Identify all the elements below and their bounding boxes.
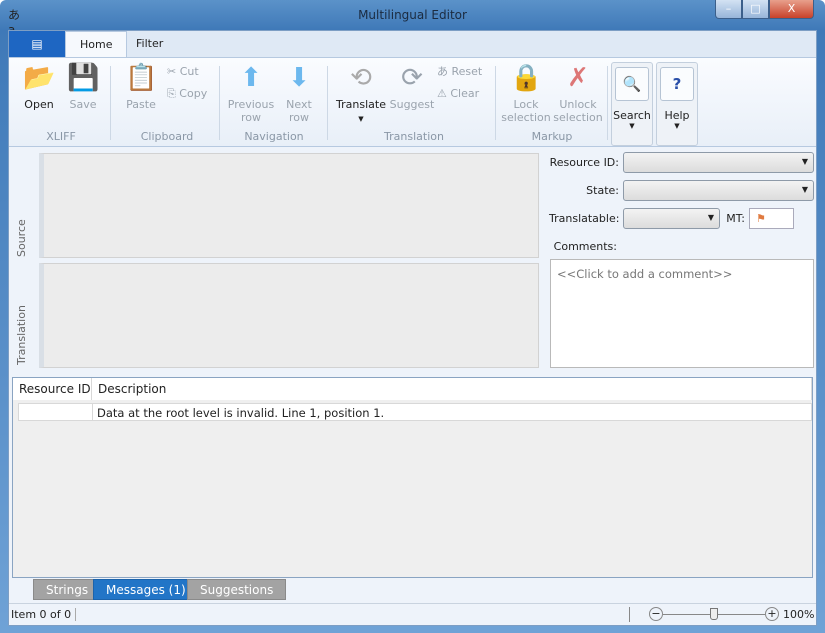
suggest-button[interactable]: ⟳ Suggest [389, 62, 435, 111]
cut-button[interactable]: ✂ Cut [167, 63, 199, 81]
separator [607, 66, 608, 140]
arrow-down-icon: ⬇ [288, 63, 310, 93]
tab-home[interactable]: Home [65, 31, 128, 58]
window: あa Multilingual Editor – □ X ▤ Home Filt… [0, 0, 825, 633]
item-count: Item 0 of 0 [11, 608, 77, 621]
mt-label: MT: [726, 212, 745, 225]
chevron-down-icon: ▼ [707, 213, 714, 222]
group-label-navigation: Navigation [244, 130, 304, 143]
arrow-up-icon: ⬆ [240, 63, 262, 93]
translate-button[interactable]: ⟲ Translate ▼ [335, 62, 387, 126]
scissors-icon: ✂ [167, 65, 180, 78]
search-button[interactable]: 🔍 Search ▼ [611, 62, 653, 146]
reset-button[interactable]: あ Reset [437, 63, 482, 81]
ribbon: 📂 Open 💾 Save XLIFF 📋 Paste ✂ Cut ⎘ Copy… [9, 57, 816, 147]
minimize-button[interactable]: – [715, 0, 742, 19]
column-header-description[interactable]: Description [92, 378, 812, 400]
dropdown-arrow-icon: ▼ [358, 115, 364, 123]
dropdown-arrow-icon: ▼ [674, 122, 680, 130]
chevron-down-icon: ▼ [801, 157, 808, 166]
previous-row-button[interactable]: ⬆ Previous row [227, 62, 275, 124]
group-label-xliff: XLIFF [46, 130, 76, 143]
translatable-combo[interactable]: ▼ [623, 208, 720, 229]
search-icon: 🔍 [615, 67, 649, 101]
resource-id-combo[interactable]: ▼ [623, 152, 814, 173]
suggest-icon: ⟳ [401, 63, 423, 93]
resource-id-label: Resource ID: [549, 156, 619, 169]
copy-button[interactable]: ⎘ Copy [167, 85, 207, 103]
separator [219, 66, 220, 140]
table-cell-description[interactable]: Data at the root level is invalid. Line … [92, 403, 812, 421]
group-label-clipboard: Clipboard [140, 130, 194, 143]
next-row-button[interactable]: ⬇ Next row [277, 62, 321, 124]
group-label-translation: Translation [384, 130, 444, 143]
column-header-resource-id[interactable]: Resource ID [13, 378, 92, 400]
help-icon: ? [660, 67, 694, 101]
source-label: Source [15, 219, 28, 257]
clear-button[interactable]: ⚠ Clear [437, 85, 479, 103]
zoom-in-button[interactable]: + [765, 607, 779, 621]
chevron-down-icon: ▼ [801, 185, 808, 194]
unlock-document-icon: ✗ [567, 63, 589, 93]
paste-icon: 📋 [125, 63, 158, 93]
open-button[interactable]: 📂 Open [19, 62, 59, 111]
tab-strings[interactable]: Strings [33, 579, 102, 600]
status-bar: Item 0 of 0 − + 100% [9, 603, 816, 625]
maximize-button[interactable]: □ [742, 0, 769, 19]
separator [327, 66, 328, 140]
separator [495, 66, 496, 140]
translate-icon: ⟲ [350, 63, 372, 93]
tab-suggestions[interactable]: Suggestions [187, 579, 287, 600]
help-button[interactable]: ? Help ▼ [656, 62, 698, 146]
window-title: Multilingual Editor [358, 8, 467, 22]
divider [629, 607, 630, 622]
state-label: State: [586, 184, 619, 197]
paste-button[interactable]: 📋 Paste [119, 62, 163, 111]
table-cell-resource-id[interactable] [18, 403, 93, 421]
source-editor[interactable] [39, 153, 539, 258]
app-menu-button[interactable]: ▤ [9, 31, 65, 57]
separator [110, 66, 111, 140]
reset-icon: あ [437, 65, 452, 78]
floppy-disk-icon: 💾 [67, 63, 100, 93]
title-bar[interactable]: あa Multilingual Editor – □ X [0, 0, 825, 37]
dropdown-arrow-icon: ▼ [629, 122, 635, 130]
lock-selection-button[interactable]: 🔒 Lock selection [501, 62, 551, 124]
flag-icon: ⚑ [756, 212, 766, 225]
translation-editor[interactable] [39, 263, 539, 368]
comments-label: Comments: [553, 240, 617, 253]
zoom-slider-thumb[interactable] [710, 608, 718, 620]
folder-open-icon: 📂 [23, 63, 56, 93]
copy-icon: ⎘ [167, 87, 180, 100]
tab-messages[interactable]: Messages (1) [93, 579, 199, 600]
app-menu-icon: ▤ [31, 37, 43, 51]
tab-filter[interactable]: Filter [122, 31, 177, 58]
close-button[interactable]: X [769, 0, 814, 19]
comments-box[interactable]: <<Click to add a comment>> [550, 259, 814, 368]
unlock-selection-button[interactable]: ✗ Unlock selection [553, 62, 603, 124]
save-button[interactable]: 💾 Save [63, 62, 103, 111]
translation-label: Translation [15, 305, 28, 365]
ribbon-tab-bar: ▤ Home Filter [9, 31, 816, 58]
clear-icon: ⚠ [437, 87, 451, 100]
state-combo[interactable]: ▼ [623, 180, 814, 201]
zoom-level: 100% [783, 608, 815, 621]
mt-field[interactable]: ⚑ [749, 208, 794, 229]
group-label-markup: Markup [531, 130, 573, 143]
lock-document-icon: 🔒 [510, 63, 543, 93]
zoom-out-button[interactable]: − [649, 607, 663, 621]
translatable-label: Translatable: [549, 212, 620, 225]
client-area: ▤ Home Filter 📂 Open 💾 Save XLIFF 📋 Past… [8, 30, 817, 626]
messages-panel: Resource ID Description Data at the root… [12, 377, 813, 578]
